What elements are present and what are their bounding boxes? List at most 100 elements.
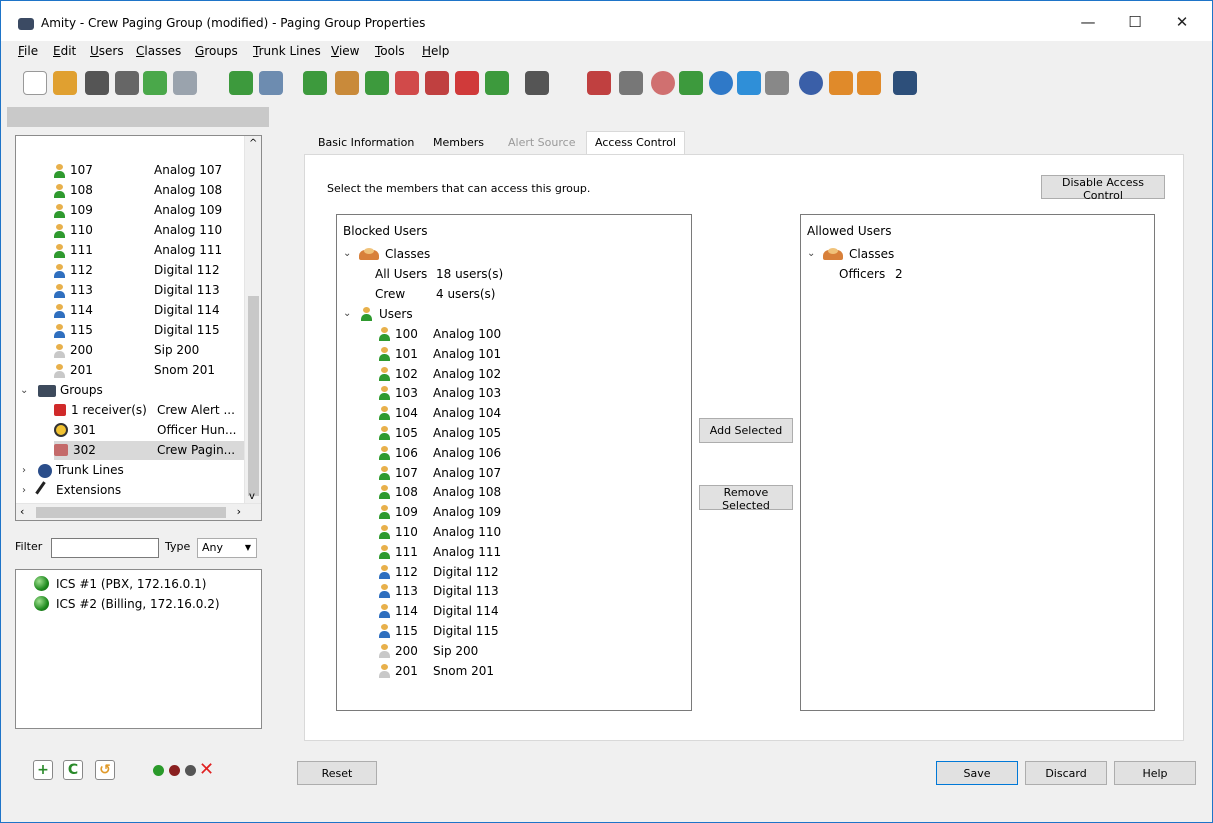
tree-horizontal-scrollbar[interactable]: ‹ › xyxy=(16,503,261,520)
toggle-icon[interactable] xyxy=(709,71,733,95)
filter-input[interactable] xyxy=(51,538,159,558)
menu-trunk-lines[interactable]: Trunk Lines xyxy=(253,44,321,58)
scroll-up-icon[interactable]: ^ xyxy=(249,138,257,149)
blocked-user-item[interactable]: 108 Analog 108 xyxy=(379,482,659,502)
trunk-line-icon[interactable] xyxy=(799,71,823,95)
open-folder-icon[interactable] xyxy=(53,71,77,95)
blocked-user-item[interactable]: 101 Analog 101 xyxy=(379,344,659,364)
blocked-user-item[interactable]: 111 Analog 111 xyxy=(379,542,659,562)
chevron-down-icon[interactable]: ⌄ xyxy=(807,244,815,264)
tree-user-item[interactable]: 111 Analog 111 xyxy=(54,241,254,260)
print-icon[interactable] xyxy=(173,71,197,95)
tree-user-item[interactable]: 109 Analog 109 xyxy=(54,201,254,220)
chevron-right-icon[interactable]: › xyxy=(22,461,26,480)
blocked-user-item[interactable]: 200 Sip 200 xyxy=(379,641,659,661)
blocked-user-item[interactable]: 115 Digital 115 xyxy=(379,621,659,641)
menu-tools[interactable]: Tools xyxy=(375,44,405,58)
allowed-classes-node[interactable]: ⌄ Classes xyxy=(807,244,1107,264)
server-list[interactable]: ICS #1 (PBX, 172.16.0.1) ICS #2 (Billing… xyxy=(15,569,262,729)
tab-basic-information[interactable]: Basic Information xyxy=(310,132,422,154)
blocked-user-item[interactable]: 106 Analog 106 xyxy=(379,443,659,463)
scroll-right-icon[interactable]: › xyxy=(237,505,241,518)
blocked-user-item[interactable]: 113 Digital 113 xyxy=(379,581,659,601)
tree-user-item[interactable]: 112 Digital 112 xyxy=(54,261,254,280)
blocked-user-item[interactable]: 102 Analog 102 xyxy=(379,364,659,384)
server-rack-icon[interactable] xyxy=(893,71,917,95)
user-card-icon[interactable] xyxy=(259,71,283,95)
menu-users[interactable]: Users xyxy=(90,44,124,58)
remove-selected-button[interactable]: Remove Selected xyxy=(699,485,793,512)
blocked-user-item[interactable]: 104 Analog 104 xyxy=(379,403,659,423)
tree-group-crew-paging[interactable]: 302 Crew Pagin... xyxy=(54,441,245,460)
tree-user-item[interactable]: 108 Analog 108 xyxy=(54,181,254,200)
chevron-right-icon[interactable]: › xyxy=(22,481,26,500)
blocked-user-item[interactable]: 103 Analog 103 xyxy=(379,383,659,403)
allowed-users-list[interactable]: Allowed Users ⌄ Classes Officers 2 xyxy=(800,214,1155,711)
paging-group-icon[interactable] xyxy=(425,71,449,95)
add-server-icon[interactable]: + xyxy=(33,760,53,780)
forward-arrow-icon[interactable] xyxy=(857,71,881,95)
undo-icon[interactable]: ↺ xyxy=(95,760,115,780)
user-transfer-icon[interactable] xyxy=(679,71,703,95)
add-selected-button[interactable]: Add Selected xyxy=(699,418,793,443)
tree-user-item[interactable]: 200 Sip 200 xyxy=(54,341,254,360)
menu-edit[interactable]: Edit xyxy=(53,44,76,58)
tree-user-item[interactable]: 115 Digital 115 xyxy=(54,321,254,340)
tree-user-item[interactable]: 110 Analog 110 xyxy=(54,221,254,240)
tree-user-item[interactable]: 113 Digital 113 xyxy=(54,281,254,300)
chevron-down-icon[interactable]: ⌄ xyxy=(20,381,28,400)
disable-access-control-button[interactable]: Disable Access Control xyxy=(1041,175,1165,202)
menu-groups[interactable]: Groups xyxy=(195,44,238,58)
phone-icon[interactable] xyxy=(525,71,549,95)
menu-file[interactable]: File xyxy=(18,44,38,58)
tree-user-item[interactable]: 114 Digital 114 xyxy=(54,301,254,320)
delete-x-icon[interactable]: ✕ xyxy=(199,759,214,780)
save-disk-icon[interactable] xyxy=(85,71,109,95)
record-icon[interactable] xyxy=(651,71,675,95)
blocked-user-item[interactable]: 107 Analog 107 xyxy=(379,463,659,483)
class-item[interactable]: All Users 18 users(s) xyxy=(375,264,675,284)
tree-group-crew-alert[interactable]: 1 receiver(s) Crew Alert ... xyxy=(54,401,254,420)
blocked-classes-node[interactable]: ⌄ Classes xyxy=(343,244,643,264)
menu-help[interactable]: Help xyxy=(422,44,449,58)
add-paging-group-icon[interactable] xyxy=(395,71,419,95)
close-button[interactable]: ✕ xyxy=(1167,11,1197,33)
add-user-icon[interactable] xyxy=(229,71,253,95)
upload-arrow-icon[interactable] xyxy=(737,71,761,95)
hunt-group-icon[interactable] xyxy=(335,71,359,95)
discard-button[interactable]: Discard xyxy=(1025,761,1107,785)
export-icon[interactable] xyxy=(143,71,167,95)
add-class-icon[interactable] xyxy=(303,71,327,95)
tab-members[interactable]: Members xyxy=(425,132,492,154)
tools-icon[interactable] xyxy=(765,71,789,95)
scroll-thumb[interactable] xyxy=(248,296,259,496)
blocked-users-list[interactable]: Blocked Users ⌄ Classes All Users 18 use… xyxy=(336,214,692,711)
scroll-down-icon[interactable]: v xyxy=(249,491,255,502)
tree-vertical-scrollbar[interactable]: ^ v xyxy=(244,136,261,504)
save-as-icon[interactable] xyxy=(115,71,139,95)
reset-button[interactable]: Reset xyxy=(297,761,377,785)
menu-view[interactable]: View xyxy=(331,44,359,58)
blocked-user-item[interactable]: 114 Digital 114 xyxy=(379,601,659,621)
group-users-icon[interactable] xyxy=(485,71,509,95)
tree-group-officer-hunt[interactable]: 301 Officer Hun... xyxy=(54,421,254,440)
blocked-user-item[interactable]: 201 Snom 201 xyxy=(379,661,659,681)
settings-gear-icon[interactable] xyxy=(619,71,643,95)
refresh-icon[interactable]: C xyxy=(63,760,83,780)
class-item[interactable]: Officers 2 xyxy=(839,264,1139,284)
add-speaker-icon[interactable] xyxy=(587,71,611,95)
alert-group-icon[interactable] xyxy=(455,71,479,95)
chevron-down-icon[interactable]: ⌄ xyxy=(343,304,351,324)
type-select[interactable]: Any ▼ xyxy=(197,538,257,558)
green-status-icon[interactable] xyxy=(153,765,164,776)
class-item[interactable]: Crew 4 users(s) xyxy=(375,284,675,304)
blocked-users-node[interactable]: ⌄ Users xyxy=(343,304,643,324)
blocked-user-item[interactable]: 109 Analog 109 xyxy=(379,502,659,522)
red-status-icon[interactable] xyxy=(169,765,180,776)
blocked-user-item[interactable]: 105 Analog 105 xyxy=(379,423,659,443)
gray-status-icon[interactable] xyxy=(185,765,196,776)
add-hunt-group-icon[interactable] xyxy=(365,71,389,95)
tree-user-item[interactable]: 107 Analog 107 xyxy=(54,161,254,180)
blocked-user-item[interactable]: 110 Analog 110 xyxy=(379,522,659,542)
maximize-button[interactable]: ☐ xyxy=(1120,11,1150,33)
